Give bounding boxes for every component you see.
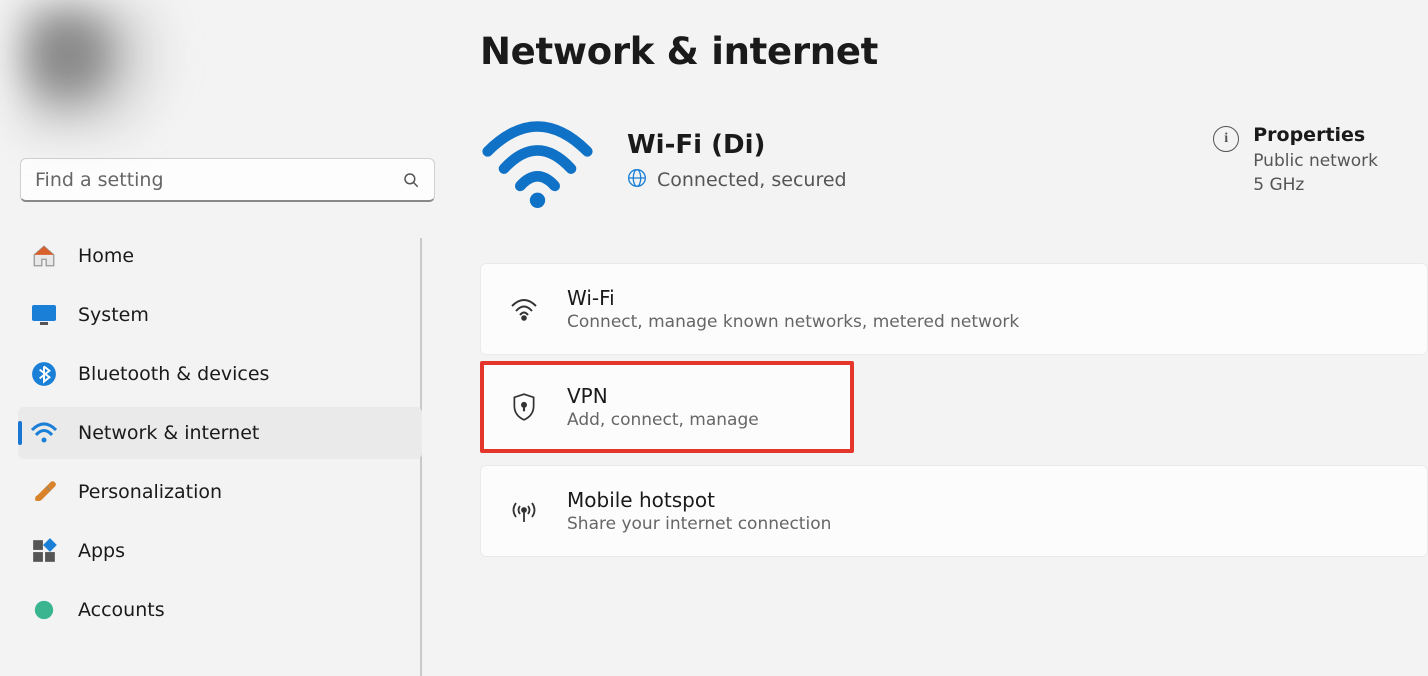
brush-icon [30, 478, 58, 506]
sidebar-item-bluetooth[interactable]: Bluetooth & devices [18, 348, 422, 400]
sidebar-item-network[interactable]: Network & internet [18, 407, 422, 459]
sidebar-item-system[interactable]: System [18, 289, 422, 341]
network-status-text: Wi-Fi (Di) Connected, secured [627, 130, 1181, 193]
sidebar-item-personalization[interactable]: Personalization [18, 466, 422, 518]
sidebar-item-accounts[interactable]: Accounts [18, 584, 422, 636]
hotspot-icon [509, 496, 539, 526]
shield-lock-icon [509, 392, 539, 422]
sidebar-item-label: Personalization [78, 481, 222, 503]
properties-line: Public network [1253, 150, 1378, 174]
option-mobile-hotspot[interactable]: Mobile hotspot Share your internet conne… [480, 465, 1428, 557]
search-input[interactable] [20, 158, 435, 202]
nav-list: Home System Bluetooth & devices Network … [18, 230, 422, 636]
option-subtitle: Connect, manage known networks, metered … [567, 312, 1019, 332]
wifi-icon [30, 419, 58, 447]
sidebar-item-apps[interactable]: Apps [18, 525, 422, 577]
bluetooth-icon [30, 360, 58, 388]
info-icon: i [1213, 126, 1239, 152]
option-subtitle: Share your internet connection [567, 514, 831, 534]
search-icon [402, 171, 420, 189]
option-subtitle: Add, connect, manage [567, 410, 759, 430]
network-name: Wi-Fi (Di) [627, 130, 1181, 160]
option-wifi[interactable]: Wi-Fi Connect, manage known networks, me… [480, 263, 1428, 355]
properties-block[interactable]: i Properties Public network 5 GHz [1213, 124, 1408, 198]
accounts-icon [30, 596, 58, 624]
option-title: Mobile hotspot [567, 488, 831, 512]
properties-title: Properties [1253, 124, 1378, 146]
network-status-detail: Connected, secured [657, 169, 847, 191]
main-content: Network & internet Wi-Fi (Di) Connected,… [440, 0, 1428, 627]
sidebar-item-label: Apps [78, 540, 125, 562]
sidebar: Home System Bluetooth & devices Network … [0, 0, 440, 627]
sidebar-item-home[interactable]: Home [18, 230, 422, 282]
option-title: Wi-Fi [567, 286, 1019, 310]
sidebar-item-label: Bluetooth & devices [78, 363, 269, 385]
apps-icon [30, 537, 58, 565]
sidebar-item-label: Network & internet [78, 422, 259, 444]
option-title: VPN [567, 384, 759, 408]
option-vpn[interactable]: VPN Add, connect, manage [480, 361, 854, 453]
network-status-row: Wi-Fi (Di) Connected, secured i Properti… [480, 111, 1428, 211]
wifi-large-icon [480, 111, 595, 211]
home-icon [30, 242, 58, 270]
sidebar-item-label: Accounts [78, 599, 165, 621]
properties-line: 5 GHz [1253, 174, 1378, 198]
page-title: Network & internet [480, 30, 1428, 73]
sidebar-item-label: System [78, 304, 149, 326]
sidebar-item-label: Home [78, 245, 134, 267]
globe-icon [627, 168, 647, 193]
wifi-icon [509, 294, 539, 324]
profile-area[interactable] [18, 0, 422, 140]
system-icon [30, 301, 58, 329]
